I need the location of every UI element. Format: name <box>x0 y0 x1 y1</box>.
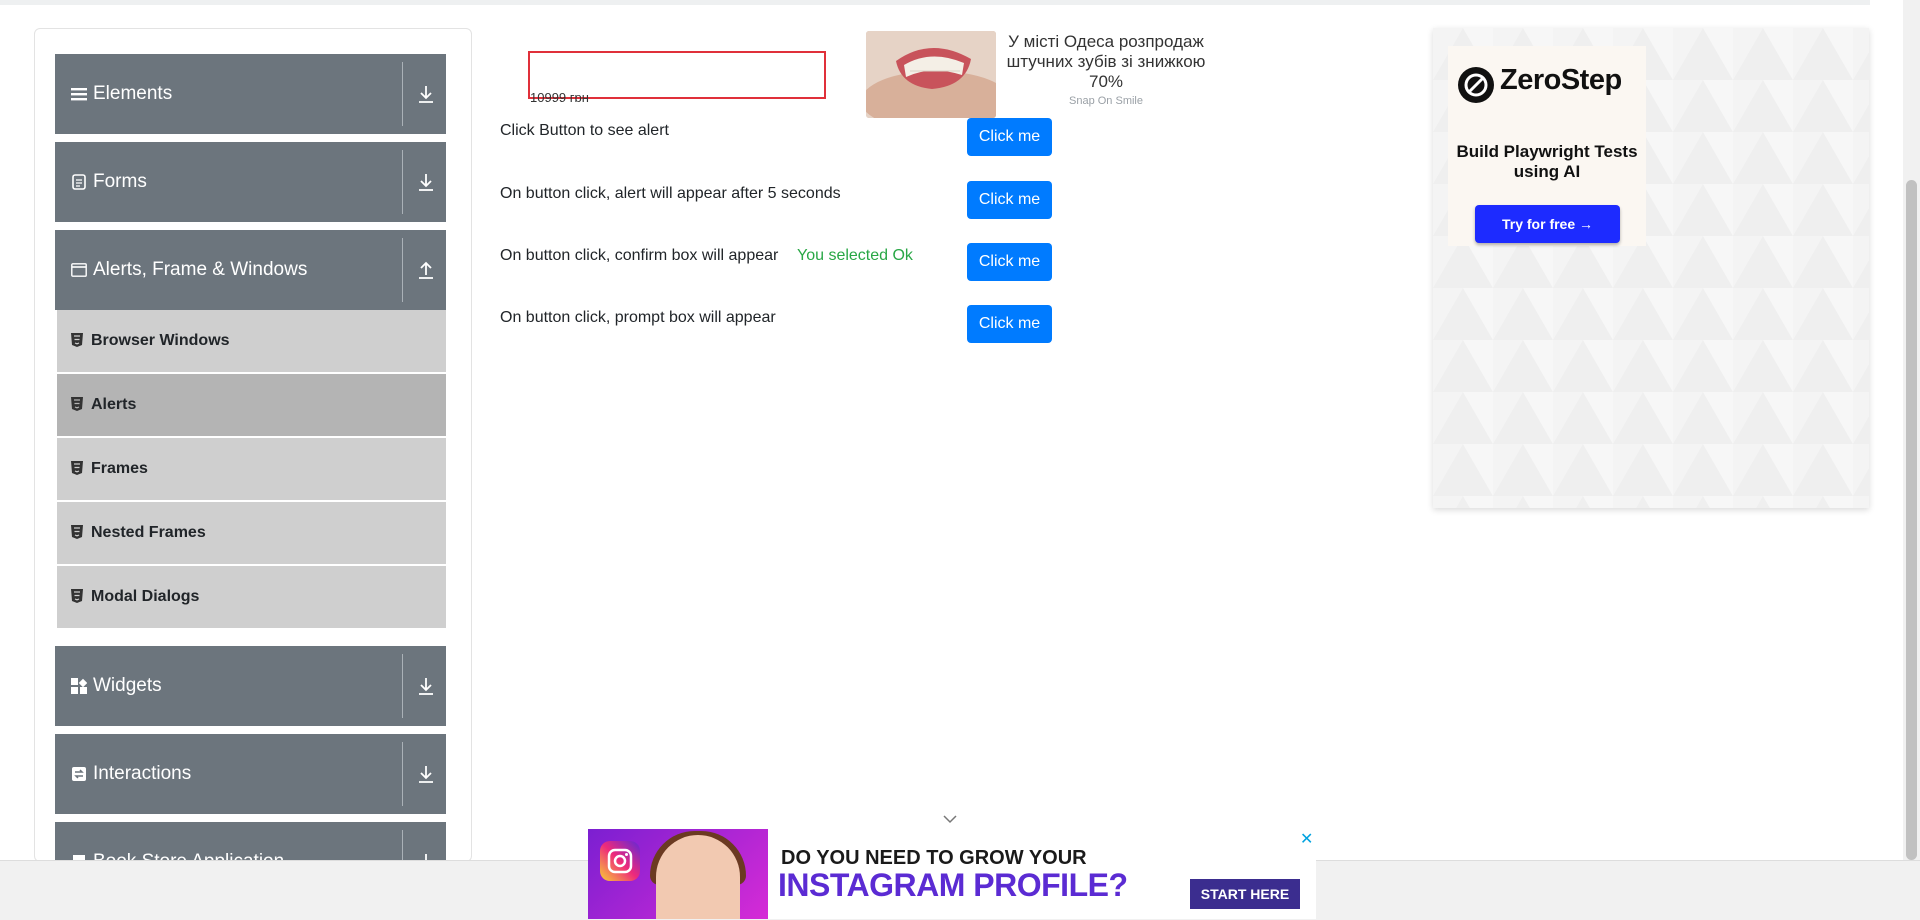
start-here-button[interactable]: START HERE <box>1190 879 1300 909</box>
divider <box>402 62 403 126</box>
alert-row-text: Click Button to see alert <box>500 122 669 139</box>
download-arrow-icon <box>419 766 433 783</box>
ad-price: 10999 грн <box>530 90 589 102</box>
alert-button[interactable]: Click me <box>967 118 1052 156</box>
widgets-icon <box>71 678 87 694</box>
sidebar-group-label: Alerts, Frame & Windows <box>93 259 308 280</box>
instagram-logo-icon <box>600 841 640 881</box>
sidebar-group-label: Widgets <box>93 675 162 696</box>
download-arrow-icon <box>419 174 433 191</box>
try-for-free-button[interactable]: Try for free → <box>1475 205 1620 243</box>
sidebar-group-widgets[interactable]: Widgets <box>55 646 446 726</box>
sidebar-item-alerts[interactable]: Alerts <box>57 374 446 438</box>
download-arrow-icon <box>419 678 433 695</box>
download-arrow-icon <box>419 86 433 103</box>
sidebar-group-book-store[interactable]: Book Store Application <box>55 822 446 862</box>
scrollbar-thumb[interactable] <box>1906 180 1917 860</box>
sidebar-item-modal-dialogs[interactable]: Modal Dialogs <box>57 566 446 630</box>
zerostep-card: ZeroStep Build Playwright Tests using AI… <box>1448 46 1646 246</box>
timer-alert-row-text: On button click, alert will appear after… <box>500 185 841 202</box>
interactions-icon <box>72 767 86 781</box>
sidebar-group-label: Book Store Application <box>93 851 285 862</box>
prompt-row-text: On button click, prompt box will appear <box>500 309 776 326</box>
sidebar-item-browser-windows[interactable]: Browser Windows <box>57 310 446 374</box>
zerostep-brand: ZeroStep <box>1500 64 1622 96</box>
sidebar-group-elements[interactable]: Elements <box>55 54 446 134</box>
dentures-image <box>866 31 996 118</box>
html5-icon <box>71 333 83 347</box>
ad-image[interactable] <box>866 31 996 118</box>
confirm-row-text: On button click, confirm box will appear <box>500 247 779 264</box>
ad-visual <box>588 829 768 919</box>
html5-icon <box>71 525 83 539</box>
sidebar-item-label: Nested Frames <box>91 524 206 541</box>
sidebar-item-nested-frames[interactable]: Nested Frames <box>57 502 446 566</box>
prompt-button[interactable]: Click me <box>967 305 1052 343</box>
zerostep-ad[interactable]: ZeroStep Build Playwright Tests using AI… <box>1433 28 1869 508</box>
chevron-down-icon[interactable] <box>942 814 958 824</box>
sidebar-item-label: Modal Dialogs <box>91 588 200 605</box>
sidebar-group-alerts-frame-windows[interactable]: Alerts, Frame & Windows <box>55 230 446 310</box>
top-strip <box>0 0 1870 5</box>
sidebar-item-label: Frames <box>91 460 148 477</box>
zerostep-logo-icon <box>1458 67 1494 103</box>
sidebar-item-frames[interactable]: Frames <box>57 438 446 502</box>
divider <box>402 238 403 302</box>
person-face <box>656 835 740 919</box>
ad-headline-2: INSTAGRAM PROFILE? <box>778 867 1128 903</box>
page-scrollbar[interactable] <box>1903 0 1920 860</box>
divider <box>402 742 403 806</box>
sidebar-group-label: Elements <box>93 83 173 104</box>
sidebar-group-interactions[interactable]: Interactions <box>55 734 446 814</box>
sidebar-item-label: Browser Windows <box>91 332 230 349</box>
sidebar-group-forms[interactable]: Forms <box>55 142 446 222</box>
confirm-result: You selected Ok <box>797 247 913 264</box>
sidebar-group-label: Forms <box>93 171 147 192</box>
divider <box>402 654 403 718</box>
zerostep-tagline: Build Playwright Tests using AI <box>1456 142 1638 181</box>
form-icon <box>72 174 86 190</box>
close-icon[interactable]: ✕ <box>1300 829 1313 849</box>
sidebar: Elements Forms Alerts, Frame & Windows B… <box>34 28 472 862</box>
confirm-button[interactable]: Click me <box>967 243 1052 281</box>
html5-icon <box>71 461 83 475</box>
ad-title[interactable]: У місті Одеса розпродаж штучних зубів зі… <box>997 32 1215 92</box>
instagram-ad-banner[interactable]: DO YOU NEED TO GROW YOUR INSTAGRAM PROFI… <box>588 829 1316 919</box>
divider <box>402 830 403 861</box>
sidebar-group-label: Interactions <box>93 763 192 784</box>
upload-arrow-icon <box>419 261 433 279</box>
list-icon <box>71 88 87 101</box>
ad-source: Snap On Smile <box>1069 95 1143 107</box>
divider <box>402 150 403 214</box>
html5-icon <box>71 589 83 603</box>
window-icon <box>71 263 87 277</box>
sidebar-item-label: Alerts <box>91 396 137 413</box>
html5-icon <box>71 397 83 411</box>
timer-alert-button[interactable]: Click me <box>967 181 1052 219</box>
